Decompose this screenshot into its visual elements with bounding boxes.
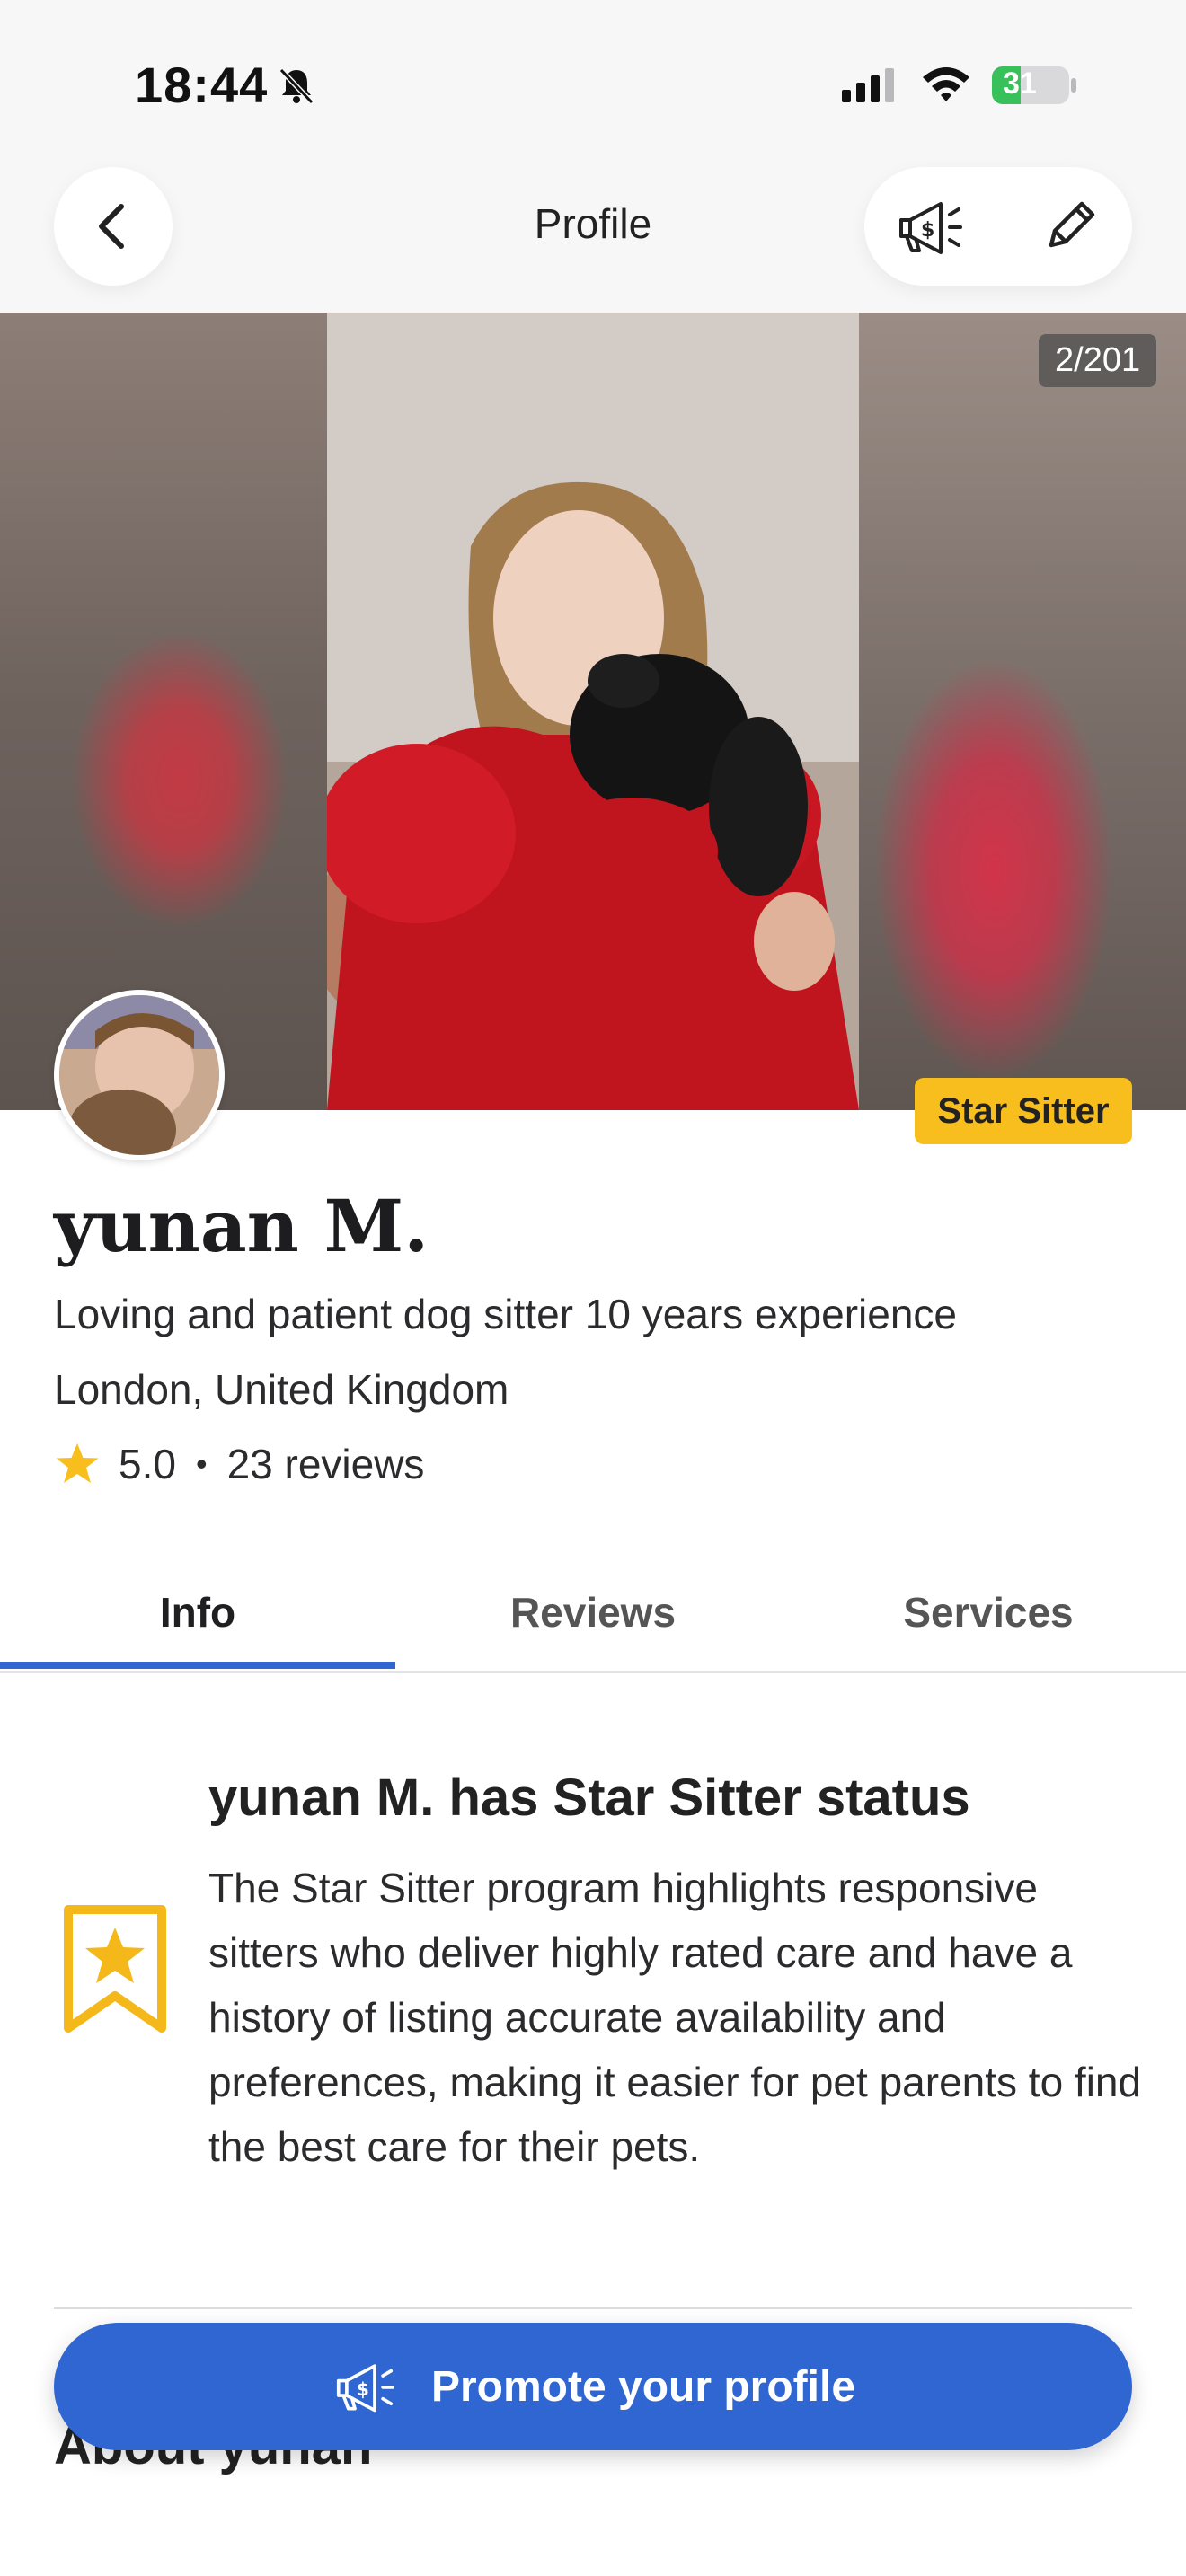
next-photo-blurred [859,313,1186,1110]
megaphone-dollar-icon: $ [899,202,962,254]
star-sitter-badge-icon [64,1905,166,2033]
promote-icon-button[interactable]: $ [890,190,970,262]
megaphone-dollar-icon: $ [336,2364,394,2413]
photo-illustration [327,313,859,1110]
star-status-title: yunan M. has Star Sitter status [208,1769,970,1827]
bell-off-icon [279,67,314,105]
wifi-icon [923,67,969,101]
tab-bar: Info Reviews Services [0,1554,1186,1673]
battery-icon: 31 [990,63,1080,108]
photo-counter: 2/201 [1039,334,1157,387]
tab-services[interactable]: Services [791,1554,1186,1671]
rating-separator: • [195,1445,208,1482]
battery-level: 31 [1003,66,1037,101]
svg-text:$: $ [921,219,934,242]
profile-photo[interactable] [327,313,859,1110]
photo-carousel[interactable] [0,313,1186,1110]
previous-photo-blurred [0,313,327,1110]
review-count[interactable]: 23 reviews [227,1440,425,1488]
pencil-icon [1049,201,1095,248]
star-icon [56,1443,99,1483]
rating-value: 5.0 [119,1441,176,1487]
profile-location: London, United Kingdom [54,1366,509,1413]
active-tab-indicator [0,1662,395,1669]
status-time: 18:44 [135,57,269,113]
rating-row: 5.0 • 23 reviews [54,1437,424,1491]
profile-tagline: Loving and patient dog sitter 10 years e… [54,1291,957,1337]
svg-text:$: $ [357,2378,369,2400]
star-status-body: The Star Sitter program highlights respo… [208,1865,1142,2170]
signal-icon [842,68,894,102]
tab-info[interactable]: Info [0,1554,395,1671]
avatar [54,990,225,1160]
section-divider [54,2307,1132,2309]
star-sitter-badge: Star Sitter [915,1078,1132,1144]
avatar-image [59,995,219,1155]
promote-button-label: Promote your profile [430,2362,856,2411]
edit-profile-button[interactable] [1030,190,1111,262]
profile-name: yunan M. [54,1184,429,1268]
promote-profile-button[interactable]: $ Promote your profile [54,2323,1132,2450]
tab-reviews[interactable]: Reviews [395,1554,791,1671]
